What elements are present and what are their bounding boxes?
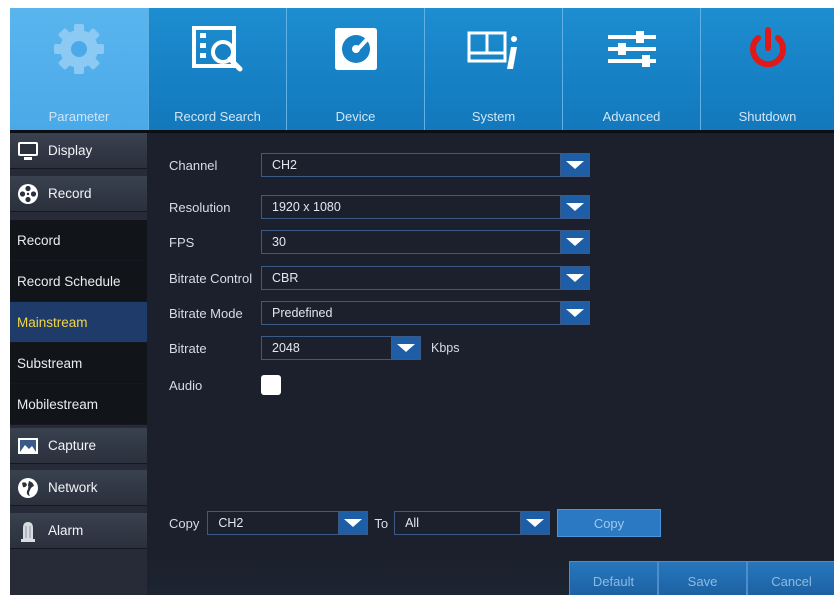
- chevron-down-icon[interactable]: [560, 196, 589, 218]
- fps-row: FPS 30: [169, 230, 590, 254]
- fps-value: 30: [272, 235, 286, 249]
- chevron-down-icon[interactable]: [520, 512, 550, 534]
- bitrate-label: Bitrate: [169, 340, 207, 356]
- power-icon: [736, 20, 800, 78]
- default-button[interactable]: Default: [569, 561, 658, 595]
- bitrate-control-dropdown[interactable]: CBR: [261, 266, 590, 290]
- bitrate-mode-dropdown[interactable]: Predefined: [261, 301, 590, 325]
- bitrate-control-row: Bitrate Control CBR: [169, 266, 590, 290]
- sidebar-item-mainstream[interactable]: Mainstream: [10, 302, 147, 343]
- monitor-icon: [17, 140, 39, 162]
- cancel-button[interactable]: Cancel: [747, 561, 834, 595]
- channel-dropdown[interactable]: CH2: [261, 153, 590, 177]
- sidebar-item-mobilestream[interactable]: Mobilestream: [10, 384, 147, 425]
- sidebar-item-alarm[interactable]: Alarm: [10, 513, 147, 549]
- tab-shutdown[interactable]: Shutdown: [700, 8, 834, 130]
- sidebar-item-label: Mainstream: [17, 314, 88, 330]
- sidebar-item-display[interactable]: Display: [10, 133, 147, 169]
- sidebar-item-record-category[interactable]: Record: [10, 176, 147, 212]
- bitrate-unit: Kbps: [431, 341, 460, 355]
- bitrate-row: Bitrate 2048 Kbps: [169, 336, 460, 360]
- resolution-dropdown[interactable]: 1920 x 1080: [261, 195, 590, 219]
- sidebar-item-substream[interactable]: Substream: [10, 343, 147, 384]
- sidebar-item-record-schedule[interactable]: Record Schedule: [10, 261, 147, 302]
- sidebar-item-record[interactable]: Record: [10, 220, 147, 261]
- audio-row: Audio: [169, 373, 281, 397]
- sidebar-item-label: Record Schedule: [17, 273, 121, 289]
- bottom-bar: Default Save Cancel: [147, 555, 834, 595]
- sidebar-item-label: Network: [48, 480, 98, 495]
- audio-checkbox[interactable]: [261, 375, 281, 395]
- mainstream-settings-panel: Channel CH2 Resolution 1920 x 1080 FPS 3…: [147, 133, 834, 595]
- resolution-row: Resolution 1920 x 1080: [169, 195, 590, 219]
- sidebar-item-label: Substream: [17, 355, 83, 371]
- film-reel-icon: [17, 183, 39, 205]
- tab-record-search[interactable]: Record Search: [148, 8, 286, 130]
- fps-dropdown[interactable]: 30: [261, 230, 590, 254]
- alarm-icon: [17, 520, 39, 542]
- sidebar-item-label: Record: [17, 232, 61, 248]
- tab-label: Device: [335, 109, 376, 124]
- tab-system[interactable]: System: [424, 8, 562, 130]
- audio-label: Audio: [169, 377, 203, 393]
- tab-device[interactable]: Device: [286, 8, 424, 130]
- sidebar-item-label: Record: [48, 186, 92, 201]
- bitrate-mode-value: Predefined: [272, 306, 333, 320]
- tab-label: Record Search: [174, 109, 261, 124]
- chevron-down-icon[interactable]: [560, 267, 589, 289]
- chevron-down-icon[interactable]: [391, 337, 420, 359]
- sliders-icon: [600, 20, 664, 78]
- copy-to-dropdown[interactable]: All: [394, 511, 551, 535]
- resolution-value: 1920 x 1080: [272, 200, 341, 214]
- dvr-settings-window: Parameter Record Search Device System Ad…: [10, 8, 834, 595]
- system-info-icon: [462, 20, 526, 78]
- bitrate-dropdown[interactable]: 2048: [261, 336, 421, 360]
- copy-label: Copy: [169, 515, 200, 531]
- film-search-icon: [186, 20, 250, 78]
- copy-button[interactable]: Copy: [557, 509, 661, 537]
- chevron-down-icon[interactable]: [560, 231, 589, 253]
- sidebar-item-capture[interactable]: Capture: [10, 428, 147, 464]
- sidebar-item-label: Mobilestream: [17, 396, 99, 412]
- gear-icon: [47, 20, 111, 78]
- sidebar: Display Record Record Record Schedule Ma…: [10, 133, 147, 595]
- tab-label: Parameter: [48, 109, 110, 124]
- copy-from-dropdown[interactable]: CH2: [207, 511, 369, 535]
- sidebar-item-label: Capture: [48, 438, 97, 453]
- chevron-down-icon[interactable]: [338, 512, 368, 534]
- sidebar-item-label: Display: [48, 143, 93, 158]
- picture-icon: [17, 435, 39, 457]
- hard-disk-icon: [324, 20, 388, 78]
- bitrate-value: 2048: [272, 341, 300, 355]
- copy-to-label: To: [374, 515, 389, 531]
- bitrate-mode-row: Bitrate Mode Predefined: [169, 301, 590, 325]
- tab-parameter[interactable]: Parameter: [10, 8, 148, 130]
- channel-row: Channel CH2: [169, 153, 590, 177]
- sidebar-item-network[interactable]: Network: [10, 470, 147, 506]
- copy-row: Copy CH2 To All: [169, 511, 551, 535]
- tab-label: Shutdown: [738, 109, 797, 124]
- fps-label: FPS: [169, 234, 195, 250]
- save-button[interactable]: Save: [658, 561, 747, 595]
- copy-to-value: All: [405, 516, 419, 530]
- resolution-label: Resolution: [169, 199, 231, 215]
- channel-label: Channel: [169, 157, 218, 173]
- main-menu-bar: Parameter Record Search Device System Ad…: [10, 8, 834, 130]
- bitrate-control-value: CBR: [272, 271, 299, 285]
- chevron-down-icon[interactable]: [560, 302, 589, 324]
- bitrate-control-label: Bitrate Control: [169, 270, 253, 286]
- globe-icon: [17, 477, 39, 499]
- channel-value: CH2: [272, 158, 298, 172]
- copy-from-value: CH2: [218, 516, 244, 530]
- tab-advanced[interactable]: Advanced: [562, 8, 700, 130]
- chevron-down-icon[interactable]: [560, 154, 589, 176]
- tab-label: System: [471, 109, 516, 124]
- bitrate-mode-label: Bitrate Mode: [169, 305, 243, 321]
- tab-label: Advanced: [602, 109, 661, 124]
- sidebar-item-label: Alarm: [48, 523, 84, 538]
